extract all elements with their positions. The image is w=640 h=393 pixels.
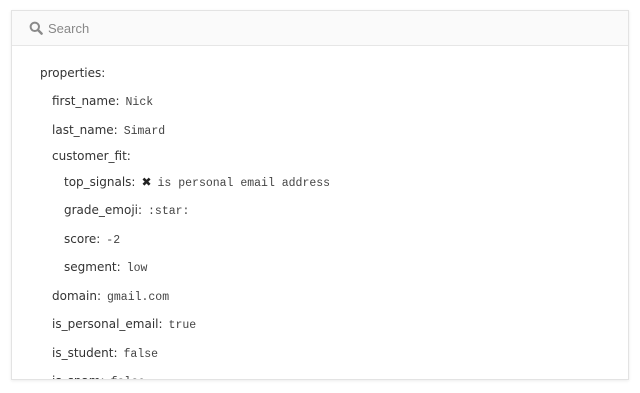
customer-fit-key: customer_fit:: [52, 149, 131, 163]
score-row: score: -2: [64, 231, 120, 247]
search-icon: [29, 21, 43, 35]
top-signals-key: top_signals:: [64, 175, 136, 189]
is-personal-email-value: true: [168, 319, 197, 332]
properties-label: properties:: [40, 65, 105, 81]
is-spam-key: is_spam:: [52, 374, 105, 379]
is-personal-email-key: is_personal_email:: [52, 317, 163, 331]
properties-panel: properties: first_name: Nick last_name: Si…: [11, 10, 629, 380]
segment-row: segment: low: [64, 259, 147, 275]
is-student-row: is_student: false: [52, 345, 158, 361]
last-name-value: Simard: [123, 125, 166, 138]
is-spam-value: false: [111, 376, 146, 379]
top-signals-row: top_signals: ✖ is personal email address: [64, 174, 330, 190]
segment-value: low: [126, 262, 148, 275]
score-key: score:: [64, 232, 101, 246]
grade-emoji-row: grade_emoji: :star:: [64, 202, 189, 218]
x-mark-icon: ✖: [141, 175, 152, 189]
is-student-key: is_student:: [52, 346, 118, 360]
search-input[interactable]: [48, 20, 588, 36]
grade-emoji-key: grade_emoji:: [64, 203, 143, 217]
grade-emoji-value: :star:: [148, 205, 190, 218]
domain-value: gmail.com: [106, 291, 170, 304]
properties-key: properties:: [40, 66, 106, 80]
is-spam-row: is_spam: false: [52, 373, 146, 379]
search-bar: [12, 11, 628, 46]
last-name-key: last_name:: [52, 123, 118, 137]
first-name-key: first_name:: [52, 94, 120, 108]
domain-row: domain: gmail.com: [52, 288, 169, 304]
last-name-row: last_name: Simard: [52, 122, 165, 138]
customer-fit-row: customer_fit:: [52, 148, 131, 164]
first-name-value: Nick: [125, 96, 154, 109]
domain-key: domain:: [52, 289, 101, 303]
is-personal-email-row: is_personal_email: true: [52, 316, 196, 332]
first-name-row: first_name: Nick: [52, 93, 153, 109]
top-signals-value: is personal email address: [157, 177, 331, 190]
segment-key: segment:: [64, 260, 121, 274]
is-student-value: false: [123, 348, 159, 361]
properties-tree: properties: first_name: Nick last_name: Si…: [12, 46, 628, 379]
score-value: -2: [106, 234, 121, 247]
